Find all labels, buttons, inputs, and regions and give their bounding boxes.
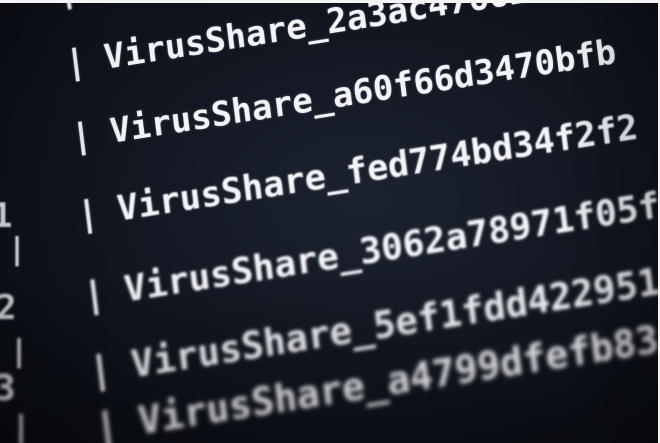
terminal-photo: | |VirusShare_2a3ac47662b55 |VirusShare_…: [0, 0, 660, 443]
pipe-separator: |: [86, 346, 115, 393]
file-list-line: |: [54, 0, 99, 12]
pipe-separator: |: [75, 192, 101, 236]
pipe-separator: |: [69, 115, 95, 158]
gutter-pipe: |: [8, 232, 27, 267]
pipe-separator: |: [81, 272, 108, 317]
gutter-pipe: |: [12, 410, 31, 443]
gutter-pipe: |: [10, 334, 29, 369]
gutter-number: 1: [0, 196, 13, 236]
gutter-number: 2: [0, 288, 17, 328]
terminal-screen: | |VirusShare_2a3ac47662b55 |VirusShare_…: [0, 0, 660, 443]
pipe-separator: |: [54, 0, 80, 12]
gutter-number: 3: [0, 368, 16, 409]
pipe-separator: |: [63, 41, 89, 84]
pipe-separator: |: [92, 402, 121, 443]
